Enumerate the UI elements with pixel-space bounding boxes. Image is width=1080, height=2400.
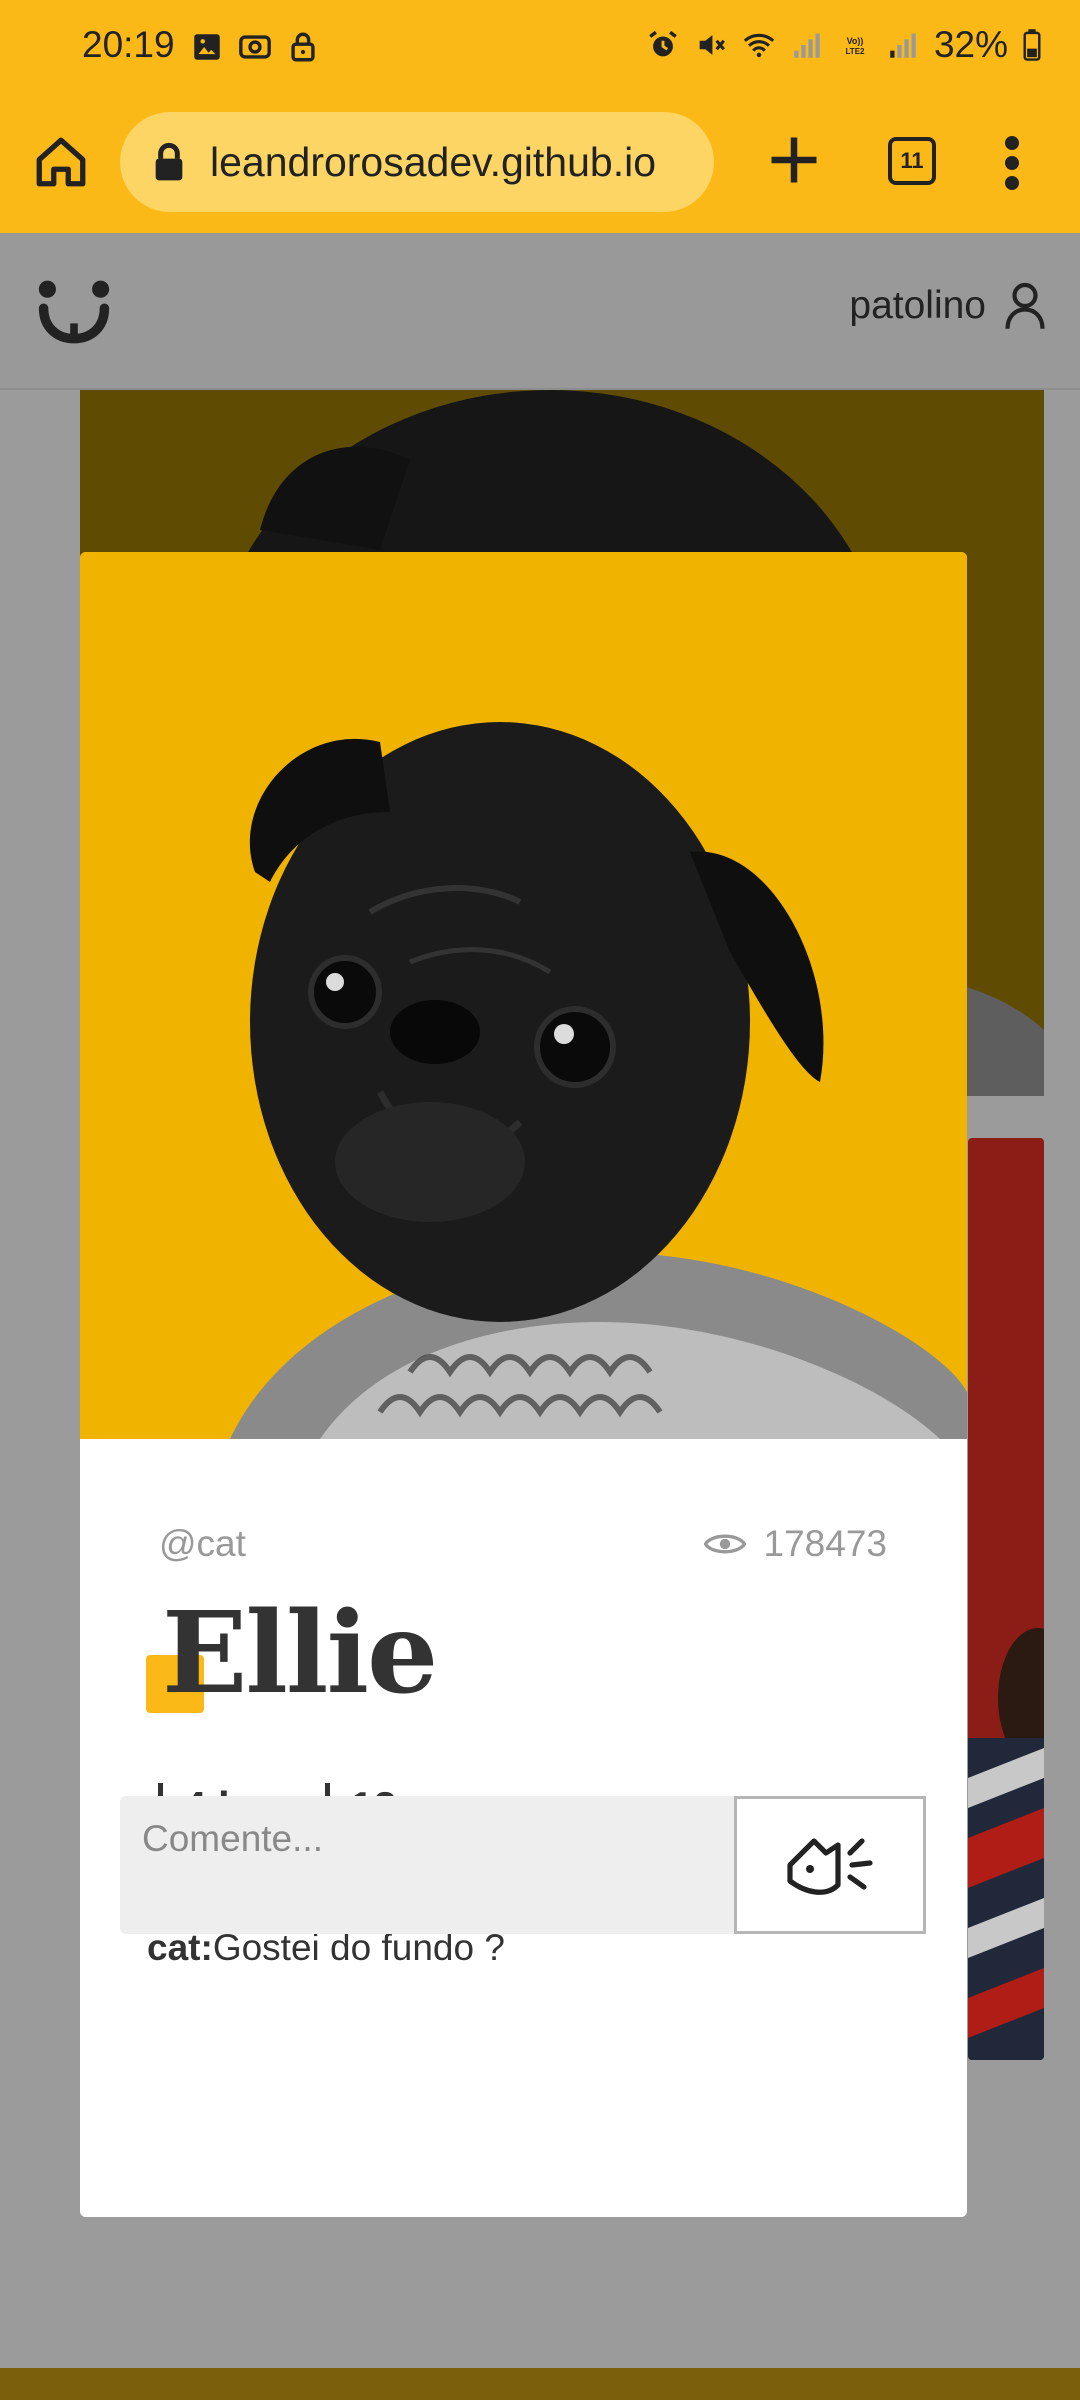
feed-photo-red-dimmed: [968, 1138, 1044, 2060]
battery-icon: [1023, 29, 1041, 61]
comment-input[interactable]: [120, 1796, 736, 1934]
author-link[interactable]: @cat: [159, 1523, 246, 1565]
wifi-icon: [743, 33, 775, 58]
pet-name[interactable]: Ellie: [162, 1589, 438, 1719]
browser-toolbar: leandrorosadev.github.io 11: [0, 95, 1080, 233]
barking-dog-icon: [787, 1838, 873, 1895]
svg-text:Vo)): Vo)): [847, 36, 864, 46]
address-bar[interactable]: leandrorosadev.github.io: [120, 112, 714, 212]
home-icon[interactable]: [32, 133, 90, 191]
status-time: 20:19: [82, 24, 175, 65]
tab-count: 11: [900, 148, 924, 173]
view-count-value: 178473: [763, 1523, 887, 1564]
status-bar: 20:19 Vo)) LTE2 32%: [0, 0, 1080, 95]
title-block: Ellie: [146, 1589, 438, 1719]
signal-icon: [890, 33, 916, 58]
screen-record-icon: [239, 35, 271, 59]
dog-face-logo-icon[interactable]: [36, 277, 112, 347]
battery-percent: 32%: [933, 24, 1008, 65]
user-account-link[interactable]: patolino: [849, 281, 1046, 331]
lock-icon: [155, 142, 183, 181]
user-icon: [1005, 282, 1045, 329]
username: patolino: [849, 284, 986, 327]
comment-form: [120, 1796, 926, 1934]
volte-icon: Vo))LTE2: [845, 36, 865, 56]
mute-icon: [699, 35, 725, 55]
view-count: 178473: [703, 1523, 887, 1565]
pet-photo: [80, 552, 967, 1439]
lock-icon: [291, 32, 315, 62]
signal-icon: [794, 33, 820, 58]
eye-icon: [703, 1534, 746, 1554]
svg-text:LTE2: LTE2: [845, 47, 865, 56]
more-vert-icon[interactable]: [992, 133, 1032, 193]
feed-next-photo-edge: [0, 2368, 1080, 2400]
image-icon: [194, 34, 220, 60]
plus-icon[interactable]: [764, 130, 824, 190]
url-text[interactable]: leandrorosadev.github.io: [210, 139, 656, 186]
tab-switcher-button[interactable]: 11: [888, 137, 936, 185]
status-right: Vo)) LTE2 32%: [646, 24, 1042, 66]
send-comment-button[interactable]: [734, 1796, 926, 1934]
photo-modal: @cat 178473 Ellie 4 kg 12 anos cat:Goste…: [80, 552, 967, 2217]
alarm-icon: [649, 30, 677, 57]
site-header: patolino: [0, 233, 1080, 390]
status-left-icons: [190, 30, 320, 64]
